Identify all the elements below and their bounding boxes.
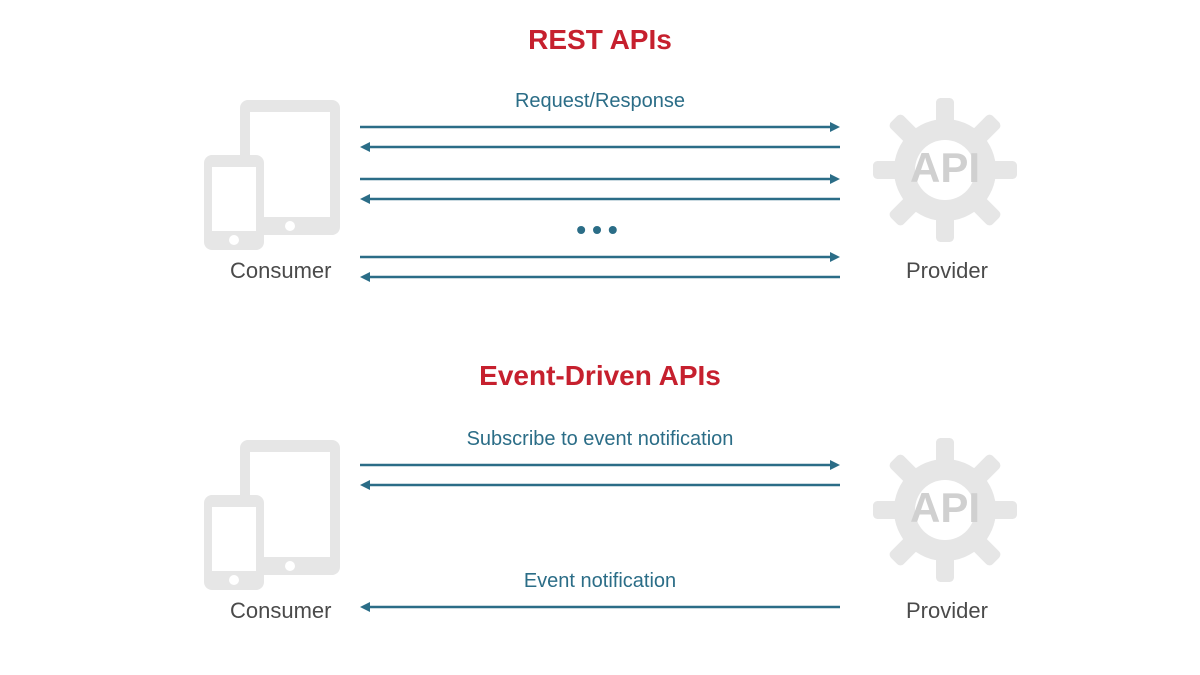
consumer-label-event: Consumer — [230, 598, 331, 624]
arrow-left-subscribe-ack — [360, 478, 840, 492]
arrow-right-3 — [360, 250, 840, 264]
gear-api-text-rest: API — [910, 144, 980, 191]
arrow-right-1 — [360, 120, 840, 134]
arrow-left-3 — [360, 270, 840, 284]
consumer-devices-icon — [200, 100, 340, 255]
consumer-label-rest: Consumer — [230, 258, 331, 284]
provider-gear-icon-event: API — [870, 435, 1020, 590]
arrow-left-event-notification — [360, 600, 840, 614]
arrow-right-subscribe — [360, 458, 840, 472]
arrow-left-2 — [360, 192, 840, 206]
provider-gear-icon: API — [870, 95, 1020, 250]
title-rest-apis: REST APIs — [0, 24, 1200, 56]
arrow-left-1 — [360, 140, 840, 154]
consumer-devices-icon-event — [200, 440, 340, 595]
ellipsis-dots: ••• — [360, 214, 840, 246]
title-event-apis: Event-Driven APIs — [0, 360, 1200, 392]
gear-api-text-event: API — [910, 484, 980, 531]
provider-label-event: Provider — [906, 598, 988, 624]
arrow-right-2 — [360, 172, 840, 186]
provider-label-rest: Provider — [906, 258, 988, 284]
event-notification-label: Event notification — [360, 570, 840, 593]
subscribe-label: Subscribe to event notification — [360, 428, 840, 451]
request-response-label: Request/Response — [360, 90, 840, 113]
